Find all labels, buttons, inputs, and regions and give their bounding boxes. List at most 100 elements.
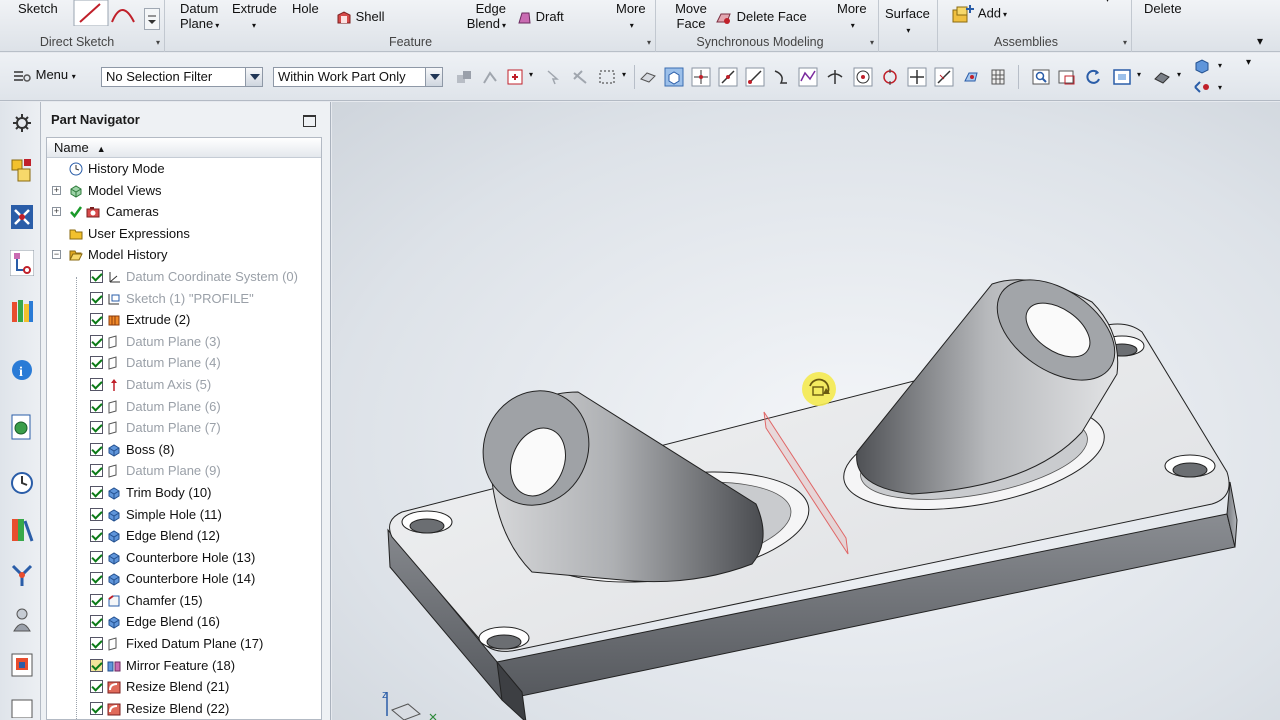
synchronous-group-caret[interactable]: ▾ [870,38,874,47]
toolbar-overflow-icon[interactable]: ▾ [1246,57,1251,68]
type-filter-icon[interactable] [454,67,474,87]
select-box-icon[interactable] [505,67,525,87]
model-history-item[interactable]: Datum Plane (6) [47,396,321,418]
reuse-library-icon[interactable] [10,298,34,324]
maximize-icon[interactable] [303,115,316,127]
zoom-icon[interactable] [1057,67,1077,87]
model-history-item[interactable]: Datum Coordinate System (0) [47,266,321,288]
snap-filter-icon[interactable] [480,67,500,87]
fit-view-icon[interactable] [1031,67,1051,87]
part-navigator-icon[interactable] [10,250,34,276]
draft-button[interactable]: Draft [516,9,564,25]
model-history-item[interactable]: Datum Plane (3) [47,331,321,353]
graphics-window[interactable]: z [332,102,1280,720]
surface-button[interactable]: Surface ▾ [885,6,930,38]
work-layer-icon[interactable] [1192,57,1212,77]
feature-checkbox[interactable] [90,334,103,348]
resource-bar-more-icon[interactable] [10,698,34,718]
snap-bounded-grid-icon[interactable] [988,67,1008,87]
snap-point-on-curve-icon[interactable] [934,67,954,87]
constraint-navigator-icon[interactable] [10,204,34,230]
assemblies-overflow-icon[interactable]: ▾ [1105,0,1110,5]
snap-line-icon[interactable] [745,67,765,87]
hole-button[interactable]: Hole [292,1,319,16]
line-tool-icon[interactable] [72,0,112,26]
resource-settings-icon[interactable] [10,110,34,136]
model-history-item[interactable]: Sketch (1) "PROFILE" [47,288,321,310]
name-column-header[interactable]: Name ▲ [47,138,321,158]
part-model-render[interactable]: z [332,102,1280,720]
feature-group-caret[interactable]: ▾ [647,38,651,47]
system-scenes-icon[interactable] [10,652,34,678]
select-rectangle-icon[interactable] [597,67,617,87]
model-history-item[interactable]: Trim Body (10) [47,482,321,504]
view-orientation-dropdown-icon[interactable]: ▾ [1137,70,1141,79]
snap-point-on-face-icon[interactable] [961,67,981,87]
layer-dropdown-icon[interactable]: ▾ [1218,61,1222,70]
snap-quadrant-icon[interactable] [880,67,900,87]
select-box-dropdown-icon[interactable]: ▾ [529,70,533,79]
assembly-navigator-icon[interactable] [10,157,34,183]
model-history-item[interactable]: Datum Plane (4) [47,352,321,374]
section-dropdown-icon[interactable]: ▾ [1218,83,1222,92]
snap-midpoint-icon[interactable] [718,67,738,87]
feature-checkbox[interactable] [90,572,103,586]
feature-more-button[interactable]: More ▾ [616,1,646,33]
feature-checkbox[interactable] [90,313,103,327]
model-history-item[interactable]: Datum Axis (5) [47,374,321,396]
sketch-button[interactable]: Sketch [18,1,58,16]
model-history-item[interactable]: Counterbore Hole (14) [47,568,321,590]
feature-checkbox[interactable] [90,701,103,715]
history-icon[interactable] [10,470,34,496]
tree-item-model-views[interactable]: + Model Views [47,180,321,202]
rendering-style-dropdown-icon[interactable]: ▾ [1177,70,1181,79]
datum-plane-button[interactable]: Datum Plane ▾ [180,1,226,33]
feature-checkbox[interactable] [90,377,103,391]
feature-checkbox[interactable] [90,637,103,651]
menu-button[interactable]: Menu ▾ [12,67,76,84]
process-studio-icon[interactable] [10,517,34,543]
snap-existing-point-icon[interactable] [907,67,927,87]
sketch-more-dropdown-icon[interactable] [144,8,160,30]
model-history-item[interactable]: Boss (8) [47,439,321,461]
model-history-item[interactable]: Resize Blend (22) [47,698,321,719]
feature-checkbox[interactable] [90,291,103,305]
snap-intersection-icon[interactable] [825,67,845,87]
model-history-item[interactable]: Extrude (2) [47,309,321,331]
hd3d-tools-icon[interactable]: i [10,357,34,383]
model-history-item[interactable]: Fixed Datum Plane (17) [47,633,321,655]
feature-checkbox[interactable] [90,507,103,521]
feature-checkbox[interactable] [90,464,103,478]
snap-endpoint-icon[interactable] [691,67,711,87]
expand-icon[interactable]: + [52,207,61,217]
feature-checkbox[interactable] [90,421,103,435]
ribbon-overflow-icon[interactable]: ▾ [1257,34,1263,48]
arc-tool-icon[interactable] [108,0,140,26]
feature-checkbox[interactable] [90,615,103,629]
expand-icon[interactable]: + [52,185,61,195]
delete-face-button[interactable]: Delete Face [715,9,807,25]
snap-control-point-icon[interactable] [798,67,818,87]
model-history-item[interactable]: Datum Plane (7) [47,417,321,439]
feature-checkbox[interactable] [90,485,103,499]
extrude-button[interactable]: Extrude ▾ [232,1,284,33]
scope-filter-dropdown[interactable]: Within Work Part Only [273,67,443,87]
tree-item-history-mode[interactable]: History Mode [47,158,321,180]
manufacturing-wizards-icon[interactable] [10,562,34,588]
part-navigator-tree[interactable]: Name ▲ History Mode + Model Views + Camer… [46,137,322,720]
face-select-icon[interactable] [638,67,658,87]
model-history-item[interactable]: Edge Blend (12) [47,525,321,547]
body-select-icon[interactable] [664,67,684,87]
delete-button[interactable]: Delete [1144,1,1182,16]
feature-checkbox[interactable] [90,529,103,543]
tree-item-user-expressions[interactable]: User Expressions [47,223,321,245]
selection-filter-dropdown[interactable]: No Selection Filter [101,67,263,87]
edit-section-icon[interactable] [1192,79,1212,95]
feature-checkbox[interactable] [90,593,103,607]
feature-checkbox[interactable] [90,550,103,564]
feature-checkbox[interactable] [90,399,103,413]
rotate-view-icon[interactable] [1083,67,1103,87]
web-browser-icon[interactable] [10,414,34,440]
partial-checkbox[interactable] [90,658,103,672]
feature-checkbox[interactable] [90,356,103,370]
